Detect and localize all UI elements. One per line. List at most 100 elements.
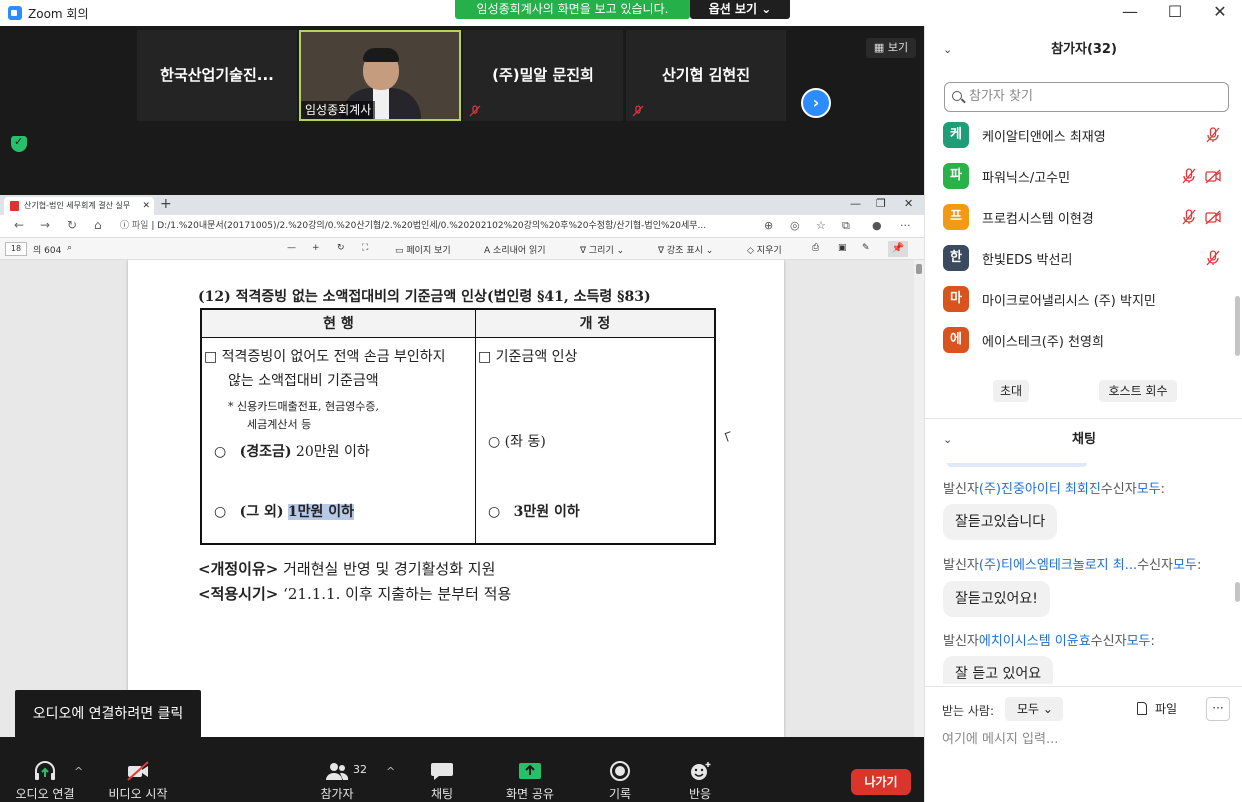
bullet: ○ [214, 504, 227, 520]
favorite-icon[interactable]: ☆ [816, 219, 826, 232]
zoom-search-icon[interactable]: ⊕ [764, 219, 773, 232]
send-file-button[interactable]: 파일 [1137, 700, 1177, 717]
participants-options-chevron-icon[interactable]: ^ [386, 765, 395, 778]
zoom-out-icon[interactable]: — [287, 243, 296, 253]
avatar: 프 [943, 204, 969, 230]
participant-thumbnail-4[interactable]: 산기협 김현진 [626, 30, 786, 121]
reactions-button[interactable]: 반응 [680, 761, 720, 802]
page-number-input[interactable]: 18 [5, 242, 27, 256]
sender-name[interactable]: (주)티에스엠테크놀로지 최... [979, 558, 1137, 573]
security-shield-icon[interactable] [11, 135, 27, 152]
highlight-label: 강조 표시 [666, 246, 703, 256]
url-field[interactable]: ⓘ 파일 | D:/1.%20내문서(20171005)/2.%20강의/0.%… [120, 219, 760, 234]
pin-toolbar-icon[interactable]: 📌 [888, 241, 908, 257]
record-button[interactable]: 기록 [600, 761, 640, 802]
tab-close-icon[interactable]: ✕ [142, 197, 150, 215]
share-screen-button[interactable]: 화면 공유 [500, 761, 560, 802]
participant-search-input[interactable]: 참가자 찾기 [944, 82, 1229, 112]
collections-icon[interactable]: ⧉ [842, 219, 850, 233]
participant-thumbnail-3[interactable]: (주)밀알 문진희 [463, 30, 623, 121]
audio-connect-tooltip: 오디오에 연결하려면 클릭 [15, 690, 201, 745]
pdf-scroll-thumb[interactable] [916, 264, 922, 274]
bullet: ○ [214, 444, 227, 460]
browser-close-icon[interactable]: ✕ [904, 197, 913, 210]
audio-options-chevron-icon[interactable]: ^ [74, 765, 83, 778]
draw-button[interactable]: ∇ 그리기 ⌄ [580, 243, 624, 256]
save-icon[interactable]: ▣ [838, 243, 847, 253]
home-icon[interactable]: ⌂ [94, 218, 102, 232]
view-options-button[interactable]: 옵션 보기 ⌄ [690, 0, 790, 19]
view-layout-button[interactable]: ▦ 보기 [866, 38, 916, 58]
receiver-name[interactable]: 모두 [1137, 482, 1161, 497]
receiver-name[interactable]: 모두 [1173, 558, 1197, 573]
more-options-button[interactable]: ··· [1206, 697, 1230, 721]
sender-prefix: 발신자 [943, 482, 979, 497]
reader-icon[interactable]: ◎ [790, 219, 800, 232]
collapse-chevron-icon[interactable]: ⌄ [943, 30, 952, 70]
avatar: 케 [943, 122, 969, 148]
highlight-button[interactable]: ∇ 강조 표시 ⌄ [658, 243, 713, 256]
participant-item[interactable]: 파 파워닉스/고수민 [943, 163, 1233, 191]
section-title: (12) 적격증빙 없는 소액접대비의 기준금액 인상(법인령 §41, 소득령… [198, 289, 651, 305]
sender-name[interactable]: (주)진중아이티 최회진 [979, 482, 1101, 497]
chat-message-input[interactable]: 여기에 메시지 입력... [942, 728, 1058, 747]
chat-bubble: 잘 듣고 있어요 [943, 656, 1054, 684]
participants-panel-header[interactable]: ⌄ 참가자(32) [925, 30, 1242, 70]
refresh-icon[interactable]: ↻ [67, 218, 77, 232]
invite-button[interactable]: 초대 [993, 380, 1029, 402]
browser-menu-icon[interactable]: ··· [900, 219, 911, 232]
revision-reason: <개정이유> 거래현실 반영 및 경기활성화 지원 [198, 558, 495, 579]
browser-restore-icon[interactable]: ❐ [876, 197, 886, 210]
profile-icon[interactable]: ● [872, 219, 882, 232]
participant-thumbnail-1[interactable]: 한국산업기술진... [137, 30, 297, 121]
zoom-in-icon[interactable]: + [312, 243, 320, 253]
browser-minimize-icon[interactable]: — [850, 197, 861, 210]
participant-item[interactable]: 마 마이크로어낼리시스 (주) 박지민 [943, 286, 1233, 314]
forward-icon[interactable]: → [40, 218, 50, 232]
maximize-icon[interactable]: ☐ [1160, 2, 1190, 22]
participant-item[interactable]: 에 에이스테크(주) 천영희 [943, 327, 1233, 355]
current-item-1-label: (경조금) [239, 444, 292, 460]
pdf-page: (12) 적격증빙 없는 소액접대비의 기준금액 인상(법인령 §41, 소득령… [128, 260, 784, 737]
participants-scrollbar[interactable] [1235, 296, 1240, 356]
erase-button[interactable]: ◇ 지우기 [747, 243, 782, 256]
minimize-icon[interactable]: — [1115, 2, 1145, 22]
close-icon[interactable]: ✕ [1205, 2, 1235, 22]
chat-scrollbar[interactable] [1235, 582, 1240, 602]
browser-tab[interactable]: 산기협-법인 세무회계 결산 실무 ✕ [4, 197, 154, 215]
audio-button[interactable]: 오디오 연결 [12, 761, 78, 802]
current-text-line2: 않는 소액접대비 기준금액 [228, 373, 379, 389]
fit-page-icon[interactable]: ⛶ [362, 243, 368, 253]
receiver-name[interactable]: 모두 [1127, 634, 1151, 649]
leave-meeting-button[interactable]: 나가기 [851, 769, 911, 795]
collapse-chevron-icon[interactable]: ⌄ [943, 420, 952, 460]
recipient-select[interactable]: 모두 ⌄ [1005, 697, 1063, 721]
video-button[interactable]: 비디오 시작 [105, 761, 171, 802]
participant-item[interactable]: 프 프로컴시스템 이현경 [943, 204, 1233, 232]
participants-label: 참가자 [320, 787, 354, 801]
next-page-arrow-icon[interactable]: › [801, 88, 831, 118]
current-note-line1: * 신용카드매출전표, 현금영수증, [228, 400, 380, 413]
pdf-search-icon[interactable]: ⌕ [67, 243, 72, 253]
chat-panel-header[interactable]: ⌄ 채팅 [925, 420, 1242, 460]
back-icon[interactable]: ← [14, 218, 24, 232]
page-view-button[interactable]: ▭ 페이지 보기 [395, 243, 451, 256]
read-aloud-button[interactable]: A 소리내어 읽기 [484, 243, 546, 256]
participant-item[interactable]: 한 한빛EDS 박선리 [943, 245, 1233, 273]
chevron-down-icon: ⌄ [616, 246, 625, 256]
sender-name[interactable]: 에치이시스템 이윤효 [979, 634, 1091, 649]
participant-thumbnail-name: 임성종회계사 [301, 101, 376, 119]
rotate-icon[interactable]: ↻ [337, 243, 345, 253]
print-icon[interactable]: ⎙ [812, 243, 819, 253]
save-as-icon[interactable]: ✎ [862, 243, 870, 253]
zoom-window: Zoom 회의 임성종회계사의 화면을 보고 있습니다. 옵션 보기 ⌄ — ☐… [0, 0, 1242, 802]
participant-item[interactable]: 케 케이알티앤에스 최재영 [943, 122, 1233, 150]
new-tab-icon[interactable]: + [160, 196, 172, 212]
pdf-scrollbar[interactable] [914, 260, 924, 737]
participant-thumbnail-video[interactable]: 임성종회계사 [299, 30, 461, 121]
pdf-viewer[interactable]: (12) 적격증빙 없는 소액접대비의 기준금액 인상(법인령 §41, 소득령… [0, 260, 924, 737]
chat-button[interactable]: 채팅 [422, 761, 462, 802]
reclaim-host-button[interactable]: 호스트 회수 [1099, 380, 1177, 402]
recipient-label: 받는 사람: [942, 704, 995, 718]
mic-off-icon [632, 105, 644, 117]
